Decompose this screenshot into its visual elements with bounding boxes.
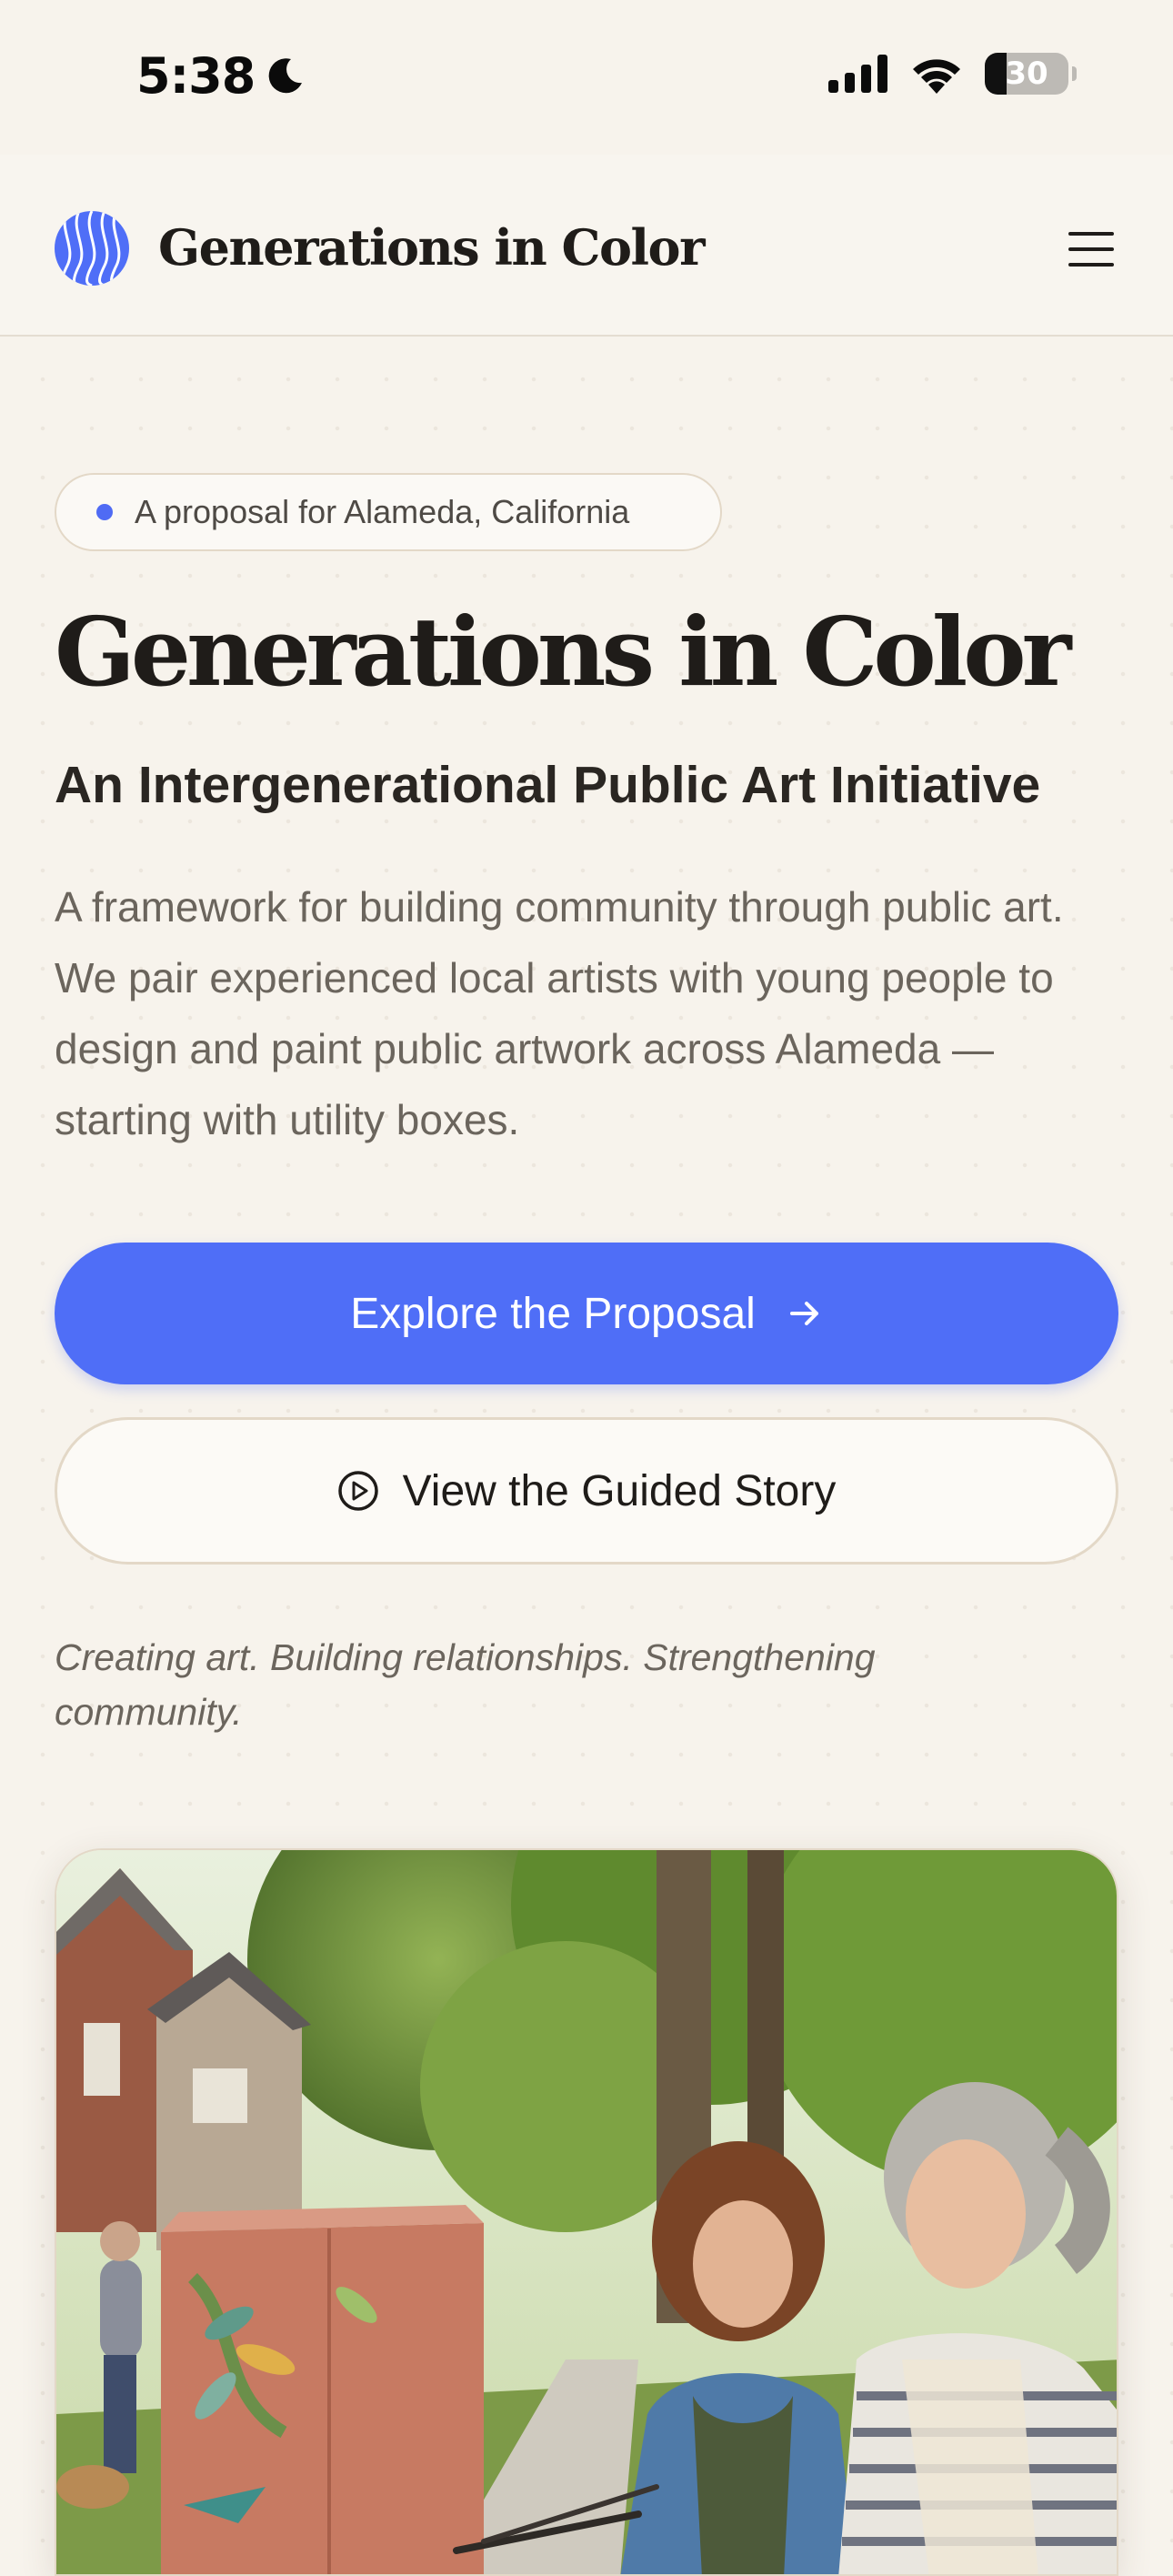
menu-icon [1068,232,1114,267]
moon-icon [268,57,303,93]
hero-photo-illustration [56,1850,1117,2574]
status-indicators: 30 [828,53,1077,95]
play-circle-icon [337,1471,378,1511]
page-title: Generations in Color [55,596,1071,708]
guided-story-button[interactable]: View the Guided Story [55,1417,1118,1565]
guided-story-label: View the Guided Story [402,1466,837,1515]
hero-photo [55,1848,1118,2576]
wifi-icon [913,59,960,94]
explore-proposal-label: Explore the Proposal [350,1289,756,1338]
page-subtitle: An Intergenerational Public Art Initiati… [55,756,1041,814]
hero-description: A framework for building community throu… [55,883,1064,1143]
logo-icon[interactable] [55,211,129,286]
explore-proposal-button[interactable]: Explore the Proposal [55,1243,1118,1384]
arrow-right-icon [789,1302,818,1325]
status-time-text: 5:38 [136,47,256,105]
signal-icon [828,55,887,93]
tagline: Creating art. Building relationships. St… [55,1636,876,1733]
location-badge: A proposal for Alameda, California [55,473,722,551]
brand-name[interactable]: Generations in Color [158,218,706,277]
badge-text: A proposal for Alameda, California [135,493,630,530]
menu-button[interactable] [1057,215,1126,284]
battery-icon: 30 [985,53,1077,95]
status-bar: 5:38 30 [0,0,1173,155]
battery-level: 30 [1005,55,1048,92]
site-header: Generations in Color [0,155,1173,337]
badge-dot [96,504,113,520]
status-time: 5:38 [136,47,306,105]
